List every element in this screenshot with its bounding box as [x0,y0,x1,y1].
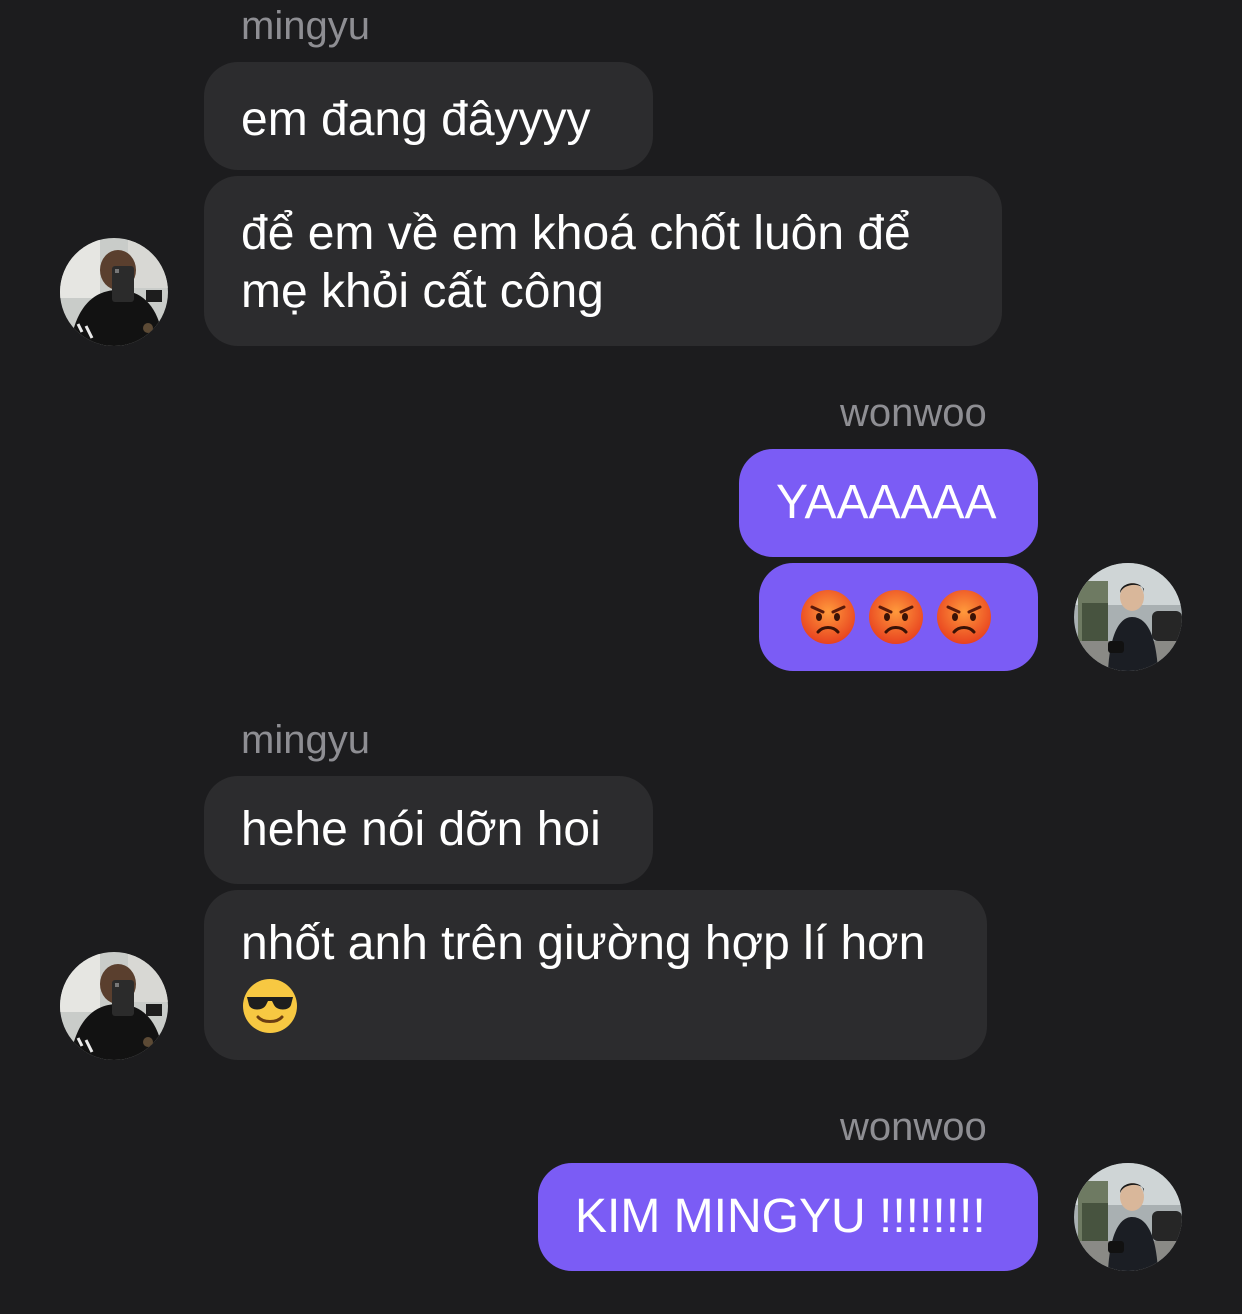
message-bubble[interactable]: em đang đâyyyy [204,62,653,170]
sender-name-wonwoo: wonwoo [840,391,987,435]
message-bubble[interactable]: YAAAAAA [739,449,1038,557]
message-bubble[interactable]: để em về em khoá chốt luôn để mẹ khỏi cấ… [204,176,1002,346]
message-text: nhốt anh trên giường hợp lí hơn [241,917,926,970]
smiling-face-with-sunglasses-icon [243,979,297,1033]
message-text: YAAAAAA [776,476,997,529]
message-bubble[interactable]: nhốt anh trên giường hợp lí hơn [204,890,987,1060]
message-bubble[interactable]: hehe nói dỡn hoi [204,776,653,884]
message-text: để em về em khoá chốt luôn để [241,207,911,260]
avatar-wonwoo[interactable] [1074,563,1182,671]
avatar-mingyu[interactable] [60,238,168,346]
message-bubble[interactable]: KIM MINGYU !!!!!!!! [538,1163,1038,1271]
emoji-row [799,588,998,646]
emoji-line [241,977,950,1049]
message-text: mẹ khỏi cất công [241,265,604,318]
message-text: KIM MINGYU !!!!!!!! [575,1190,986,1243]
avatar-wonwoo[interactable] [1074,1163,1182,1271]
message-text: hehe nói dỡn hoi [241,803,601,856]
emoji-message-bubble[interactable] [759,563,1038,671]
sender-name-mingyu: mingyu [241,4,370,48]
sender-name-mingyu: mingyu [241,718,370,762]
message-text: em đang đâyyyy [241,93,591,146]
angry-face-icon [869,590,923,644]
avatar-mingyu[interactable] [60,952,168,1060]
angry-face-icon [937,590,991,644]
sender-name-wonwoo: wonwoo [840,1105,987,1149]
angry-face-icon [801,590,855,644]
